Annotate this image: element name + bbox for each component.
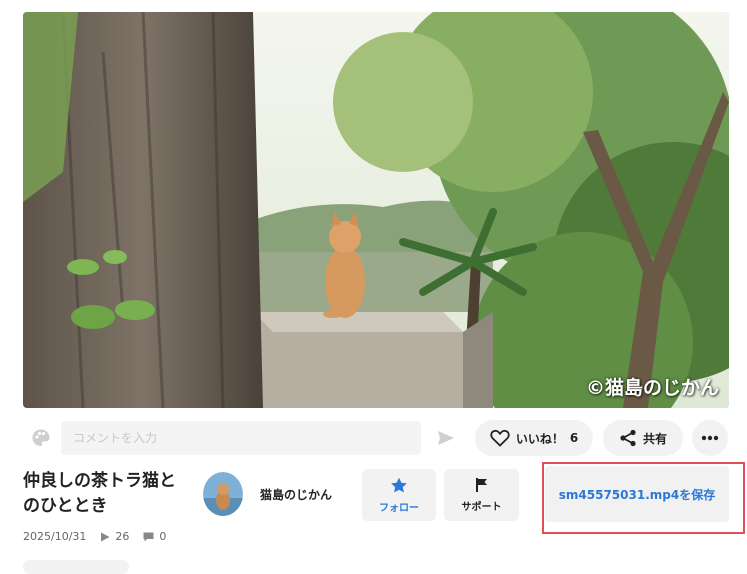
bottom-partial-element (23, 560, 129, 574)
channel-name[interactable]: 猫島のじかん (260, 486, 332, 503)
like-count: 6 (569, 431, 579, 445)
video-watermark: ©猫島のじかん (585, 377, 719, 399)
video-title: 仲良しの茶トラ猫とのひととき (23, 471, 176, 516)
comment-icon (143, 532, 154, 541)
play-icon (101, 532, 110, 541)
follow-label: フォロー (379, 502, 419, 514)
share-icon (620, 429, 636, 447)
more-icon (701, 435, 719, 441)
post-date: 2025/10/31 (23, 530, 87, 543)
share-label: 共有 (642, 431, 667, 446)
support-label: サポート (461, 502, 502, 513)
like-label: いいね！ (515, 431, 564, 446)
heart-icon (490, 429, 510, 447)
comment-count: 0 (159, 530, 167, 543)
comment-input[interactable] (61, 421, 421, 455)
palette-icon[interactable] (23, 420, 59, 456)
view-count-group: 26 (100, 530, 129, 543)
more-button[interactable] (692, 420, 728, 456)
video-frame-cat-scene (23, 12, 729, 408)
flag-icon (475, 478, 487, 492)
comment-count-group: 0 (143, 530, 166, 543)
video-player[interactable]: ©猫島のじかん (23, 12, 729, 408)
channel-avatar[interactable] (203, 472, 243, 516)
comment-bar (23, 419, 475, 457)
star-icon (391, 477, 407, 492)
support-button[interactable]: サポート (444, 469, 519, 521)
send-icon[interactable] (427, 421, 465, 455)
share-button[interactable]: 共有 (603, 420, 683, 456)
save-file-button[interactable]: sm45575031.mp4を保存 (545, 466, 729, 522)
like-button[interactable]: いいね！ 6 (475, 420, 593, 456)
follow-button[interactable]: フォロー (362, 469, 436, 521)
video-meta: 2025/10/31 26 0 (23, 530, 166, 543)
view-count: 26 (115, 530, 130, 543)
